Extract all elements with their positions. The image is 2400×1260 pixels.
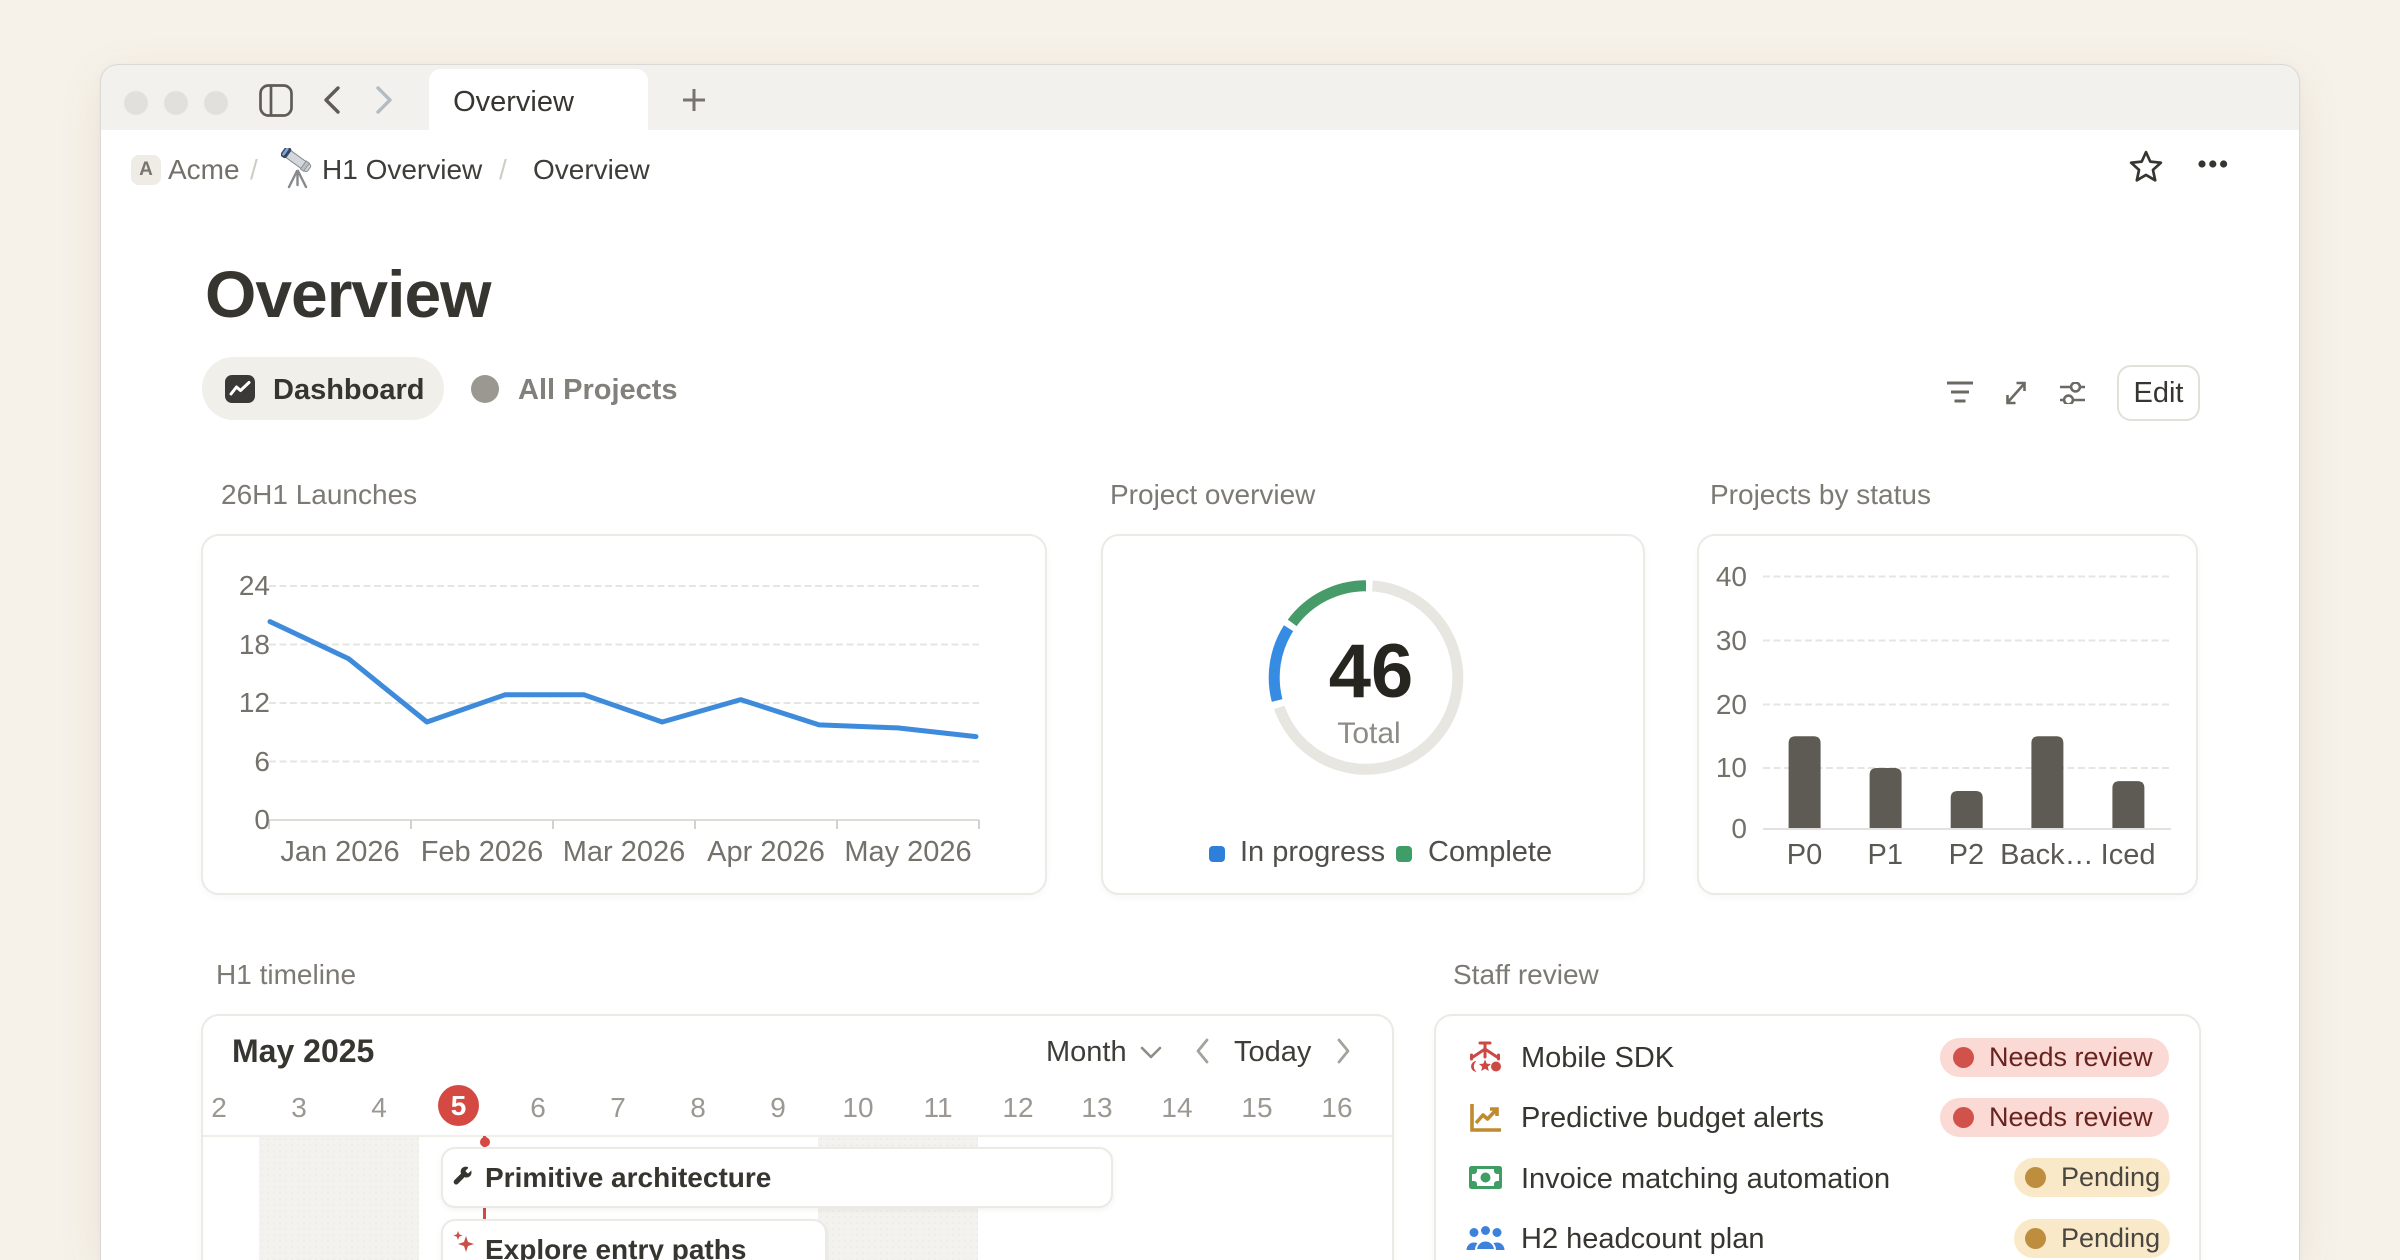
svg-text:Jan 2026: Jan 2026 xyxy=(280,836,399,868)
svg-text:P0: P0 xyxy=(1787,839,1822,871)
svg-text:In progress: In progress xyxy=(1240,836,1385,868)
svg-text:0: 0 xyxy=(254,804,270,835)
svg-text:P2: P2 xyxy=(1949,839,1984,871)
svg-text:May 2026: May 2026 xyxy=(844,836,971,868)
svg-text:P1: P1 xyxy=(1868,839,1903,871)
svg-text:Feb 2026: Feb 2026 xyxy=(421,836,544,868)
svg-text:Back…: Back… xyxy=(2000,839,2093,871)
svg-text:18: 18 xyxy=(239,629,270,660)
svg-text:0: 0 xyxy=(1731,813,1747,844)
svg-text:46: 46 xyxy=(1329,629,1414,714)
svg-text:24: 24 xyxy=(239,570,270,601)
svg-text:10: 10 xyxy=(1716,752,1747,783)
svg-text:Iced: Iced xyxy=(2101,839,2156,871)
svg-text:Apr 2026: Apr 2026 xyxy=(707,836,825,868)
svg-text:20: 20 xyxy=(1716,689,1747,720)
svg-text:Complete: Complete xyxy=(1428,836,1552,868)
svg-text:6: 6 xyxy=(254,746,270,777)
svg-text:12: 12 xyxy=(239,687,270,718)
svg-text:40: 40 xyxy=(1716,561,1747,592)
svg-text:30: 30 xyxy=(1716,625,1747,656)
svg-text:Total: Total xyxy=(1337,717,1400,750)
svg-text:Mar 2026: Mar 2026 xyxy=(563,836,686,868)
